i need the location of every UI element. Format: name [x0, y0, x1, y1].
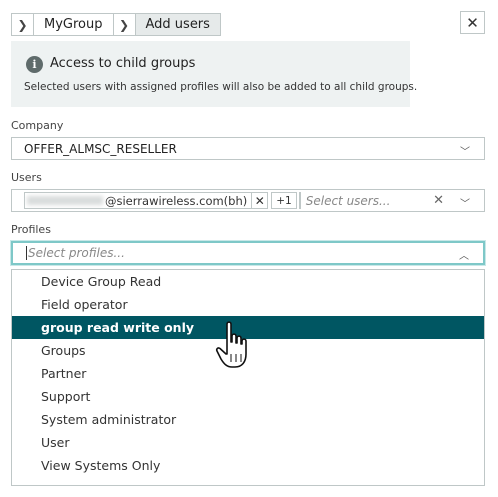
profiles-dropdown: Device Group Read Field operator group r…	[11, 269, 485, 486]
text-caret	[26, 246, 27, 260]
users-multiselect[interactable]: @sierrawireless.com(bh) ✕ +1 Select user…	[11, 189, 485, 212]
breadcrumb: ❯ MyGroup ❯ Add users	[11, 13, 221, 36]
info-icon: i	[26, 56, 43, 73]
close-icon: ✕	[466, 13, 479, 32]
info-title: Access to child groups	[50, 56, 196, 71]
chevron-down-icon: ﹀	[460, 147, 470, 158]
users-label: Users	[11, 171, 42, 184]
profile-option-view-systems-only[interactable]: View Systems Only	[12, 454, 484, 477]
profile-option-user[interactable]: User	[12, 431, 484, 454]
more-users-badge[interactable]: +1	[271, 192, 297, 209]
users-search-input[interactable]: Select users...	[306, 194, 391, 208]
chevron-right-icon: ❯	[17, 17, 28, 32]
profiles-select[interactable]: Select profiles... ︿	[11, 241, 485, 265]
profile-option-support[interactable]: Support	[12, 385, 484, 408]
chevron-right-icon: ❯	[118, 17, 130, 32]
company-value: OFFER_ALMSC_RESELLER	[24, 141, 177, 156]
breadcrumb-item-mygroup[interactable]: MyGroup	[33, 13, 114, 36]
profile-option-device-group-read[interactable]: Device Group Read	[12, 270, 484, 293]
hand-pointer-icon	[215, 321, 247, 368]
chevron-up-icon[interactable]: ︿	[459, 247, 469, 262]
clear-users-icon[interactable]: ✕	[433, 193, 444, 208]
redacted-username	[27, 196, 103, 205]
company-select[interactable]: OFFER_ALMSC_RESELLER ﹀	[11, 137, 485, 160]
breadcrumb-expand-button[interactable]: ❯	[11, 13, 34, 36]
info-text: Selected users with assigned profiles wi…	[24, 81, 418, 93]
profile-option-system-administrator[interactable]: System administrator	[12, 408, 484, 431]
breadcrumb-current: Add users	[134, 13, 221, 36]
profiles-search-input[interactable]: Select profiles...	[28, 246, 125, 260]
company-label: Company	[11, 119, 64, 132]
info-box: i Access to child groups Selected users …	[11, 41, 417, 107]
chip-divider	[298, 192, 301, 209]
remove-user-button[interactable]: ✕	[251, 193, 267, 208]
user-chip: @sierrawireless.com(bh) ✕	[24, 192, 269, 209]
breadcrumb-separator-button[interactable]: ❯	[112, 13, 136, 36]
user-chip-label: @sierrawireless.com(bh)	[105, 193, 248, 208]
profiles-label: Profiles	[11, 223, 51, 236]
close-button[interactable]: ✕	[460, 11, 485, 34]
chevron-down-icon[interactable]: ﹀	[460, 195, 470, 210]
profile-option-field-operator[interactable]: Field operator	[12, 293, 484, 316]
